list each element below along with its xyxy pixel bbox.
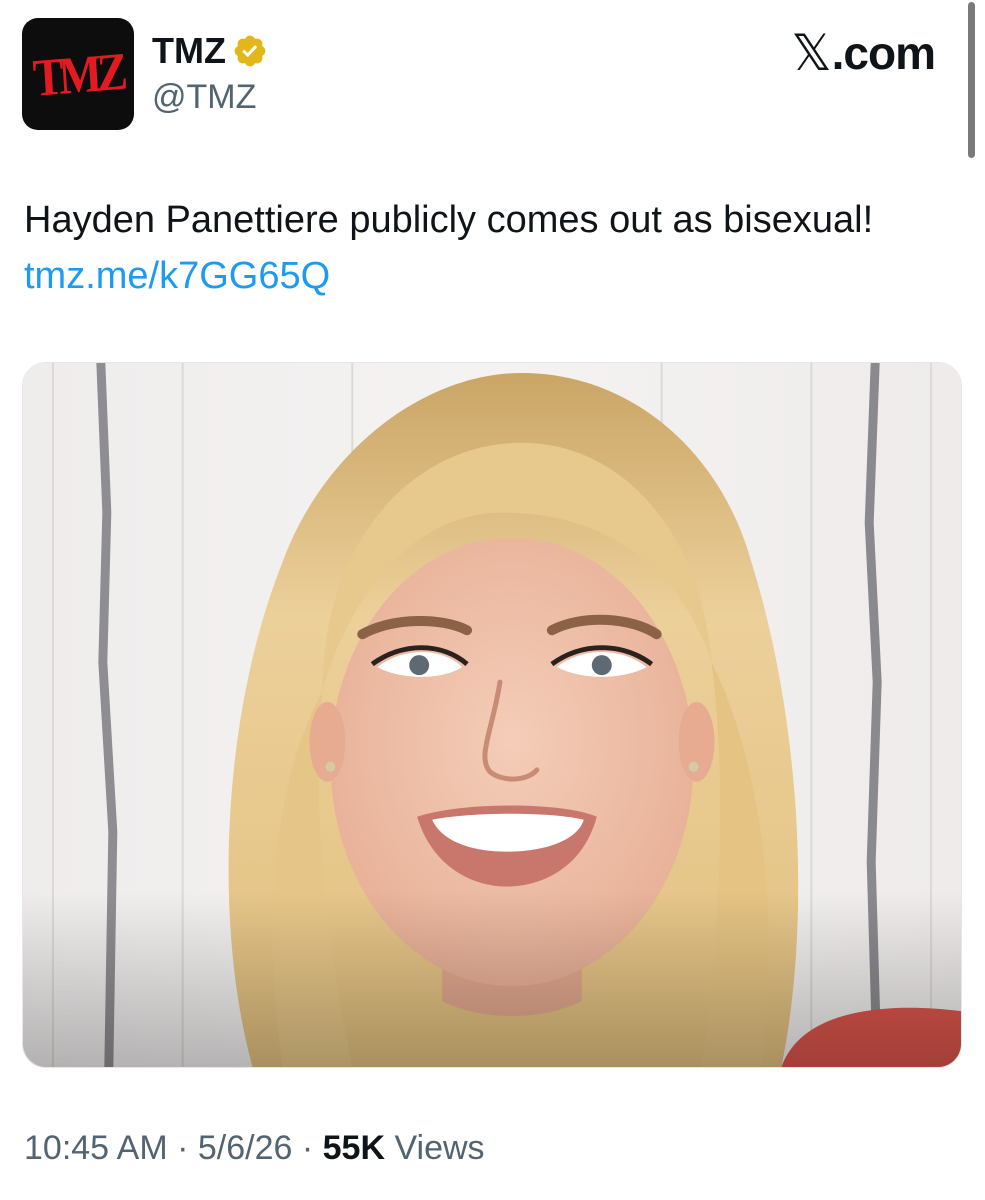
tweet-link[interactable]: tmz.me/k7GG65Q	[24, 255, 330, 297]
avatar-logo-text: TMZ	[31, 41, 125, 107]
portrait-photo-illustration	[23, 363, 961, 1067]
brand-domain-text: .com	[831, 27, 936, 79]
tweet-date[interactable]: 5/6/26	[198, 1129, 293, 1167]
avatar[interactable]: TMZ	[22, 18, 134, 130]
tweet-text: Hayden Panettiere publicly comes out as …	[24, 192, 924, 304]
verified-badge-icon	[234, 35, 266, 67]
tweet-meta: 10:45 AM · 5/6/26 · 55K Views	[24, 1126, 485, 1170]
views-count[interactable]: 55K	[323, 1129, 385, 1167]
author-handle[interactable]: @TMZ	[152, 77, 256, 117]
author-name-row[interactable]: TMZ	[152, 30, 268, 72]
views-label: Views	[385, 1129, 485, 1167]
tweet-time[interactable]: 10:45 AM	[24, 1129, 168, 1167]
meta-separator: ·	[167, 1129, 198, 1167]
tweet-body: Hayden Panettiere publicly comes out as …	[24, 199, 874, 241]
scrollbar[interactable]	[968, 2, 975, 158]
x-brand-logo: 𝕏 .com	[791, 24, 936, 82]
tweet-photo[interactable]	[22, 362, 962, 1068]
display-name[interactable]: TMZ	[152, 30, 226, 72]
x-logo-icon: 𝕏	[791, 24, 831, 82]
meta-separator: ·	[292, 1129, 323, 1167]
